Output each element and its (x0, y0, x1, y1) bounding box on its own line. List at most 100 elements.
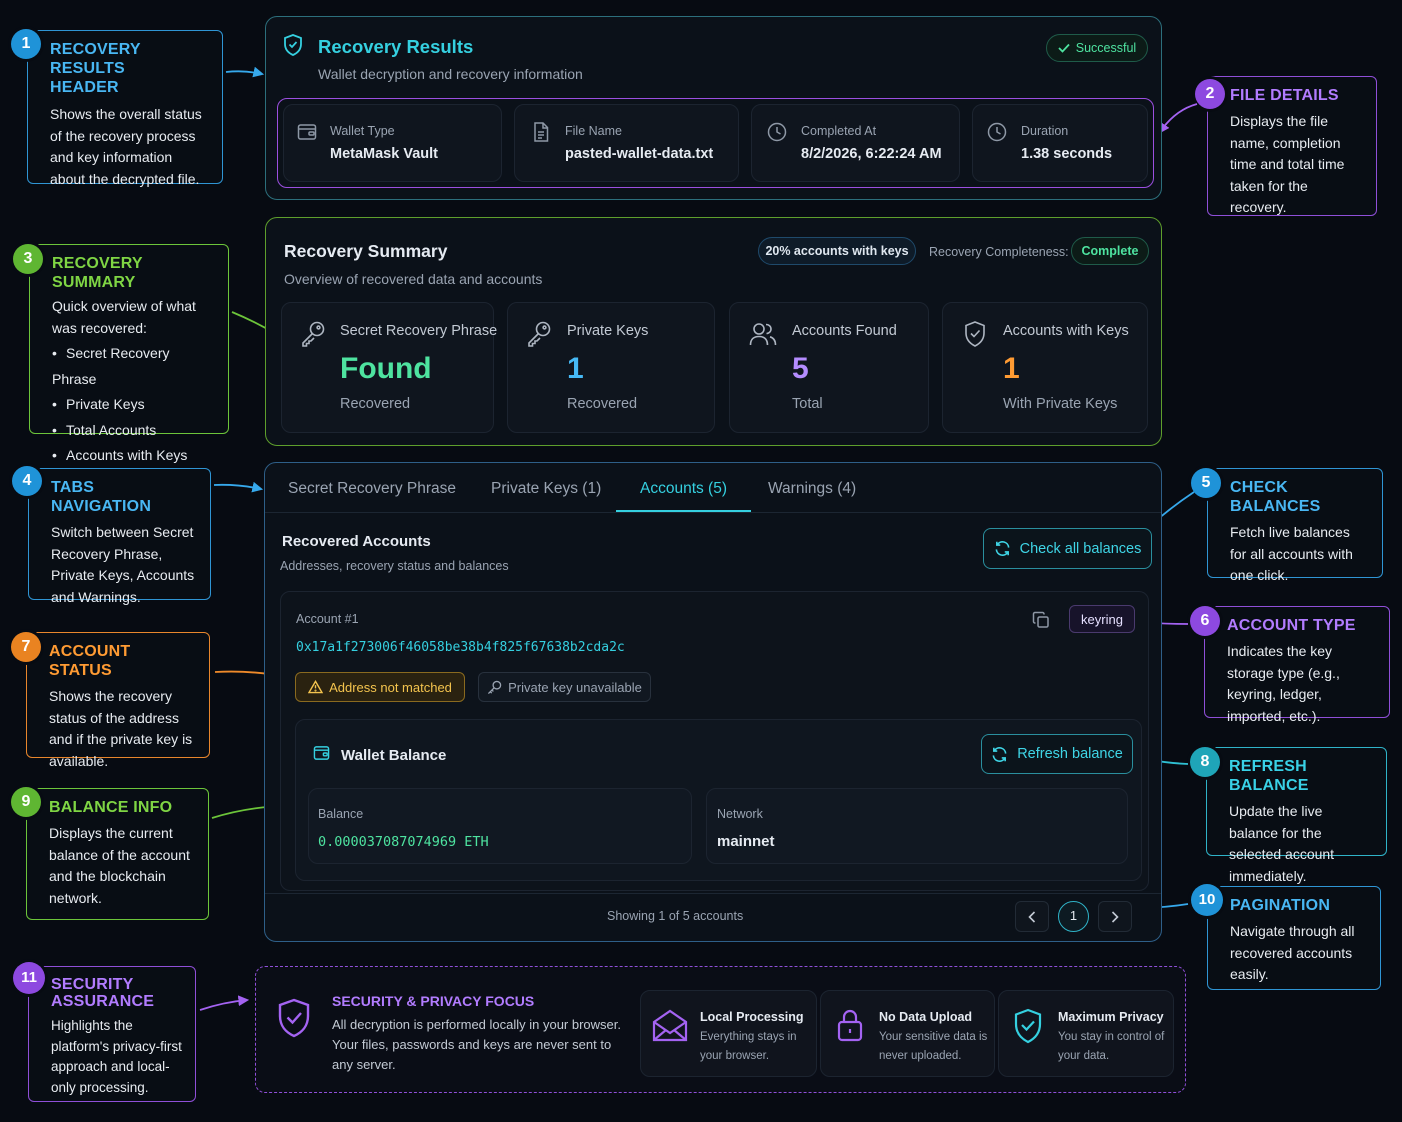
network-card (706, 788, 1128, 864)
feature-text: Everything stays in (700, 1031, 797, 1043)
balance-card (308, 788, 692, 864)
copy-icon[interactable] (1032, 611, 1050, 629)
feature-text: You stay in control of (1058, 1031, 1165, 1043)
tab-warnings[interactable]: Warnings (4) (768, 480, 856, 498)
arrow-4 (213, 481, 264, 493)
detail-wallet-type (283, 104, 502, 182)
feature-title: Maximum Privacy (1058, 1010, 1164, 1024)
completeness-badge: Complete (1071, 237, 1149, 265)
stat-sub: With Private Keys (1003, 396, 1118, 412)
pagination-divider (265, 893, 1161, 894)
detail-duration (972, 104, 1148, 182)
users-icon (749, 321, 777, 347)
status-badge: Successful (1046, 34, 1148, 62)
stat-label: Accounts Found (792, 323, 897, 339)
summary-title: Recovery Summary (284, 241, 448, 261)
feature-title: No Data Upload (879, 1010, 973, 1024)
warning-icon (308, 680, 324, 694)
stat-label: Accounts with Keys (1003, 323, 1129, 339)
refresh-icon (991, 746, 1008, 763)
shield-check-icon (282, 33, 304, 57)
private-key-text: Private key unavailable (508, 679, 642, 695)
detail-label: Wallet Type (330, 124, 395, 138)
detail-value: pasted-wallet-data.txt (565, 146, 714, 162)
accounts-subtitle: Addresses, recovery status and balances (280, 559, 509, 573)
wallet-balance-title: Wallet Balance (341, 747, 447, 764)
check-all-balances-button[interactable]: Check all balances (983, 528, 1152, 569)
account-label: Account #1 (296, 612, 359, 626)
refresh-icon (994, 540, 1011, 557)
feature-text: Your sensitive data is (879, 1031, 988, 1043)
detail-label: Completed At (801, 124, 877, 138)
status-text: Successful (1075, 41, 1137, 55)
network-value: mainnet (717, 833, 775, 850)
clock-icon (987, 122, 1007, 142)
wallet-icon (313, 745, 330, 761)
shield-check-icon (276, 997, 312, 1039)
stat-sub: Recovered (567, 396, 638, 412)
check-icon (1058, 43, 1070, 53)
tab-accounts[interactable]: Accounts (5) (640, 480, 727, 498)
envelope-icon (651, 1008, 689, 1044)
completeness-label: Recovery Completeness: (929, 245, 1069, 259)
feature-text: never uploaded. (879, 1050, 962, 1062)
stat-value: 1 (567, 352, 584, 385)
key-icon (487, 680, 502, 695)
chevron-left-icon (1028, 910, 1036, 923)
account-address: 0x17a1f273006f46058be38b4f825f67638b2cda… (296, 640, 625, 655)
detail-file-name (514, 104, 739, 182)
arrow-2 (1158, 103, 1198, 134)
arrow-1 (225, 66, 265, 78)
lock-icon (836, 1008, 864, 1042)
balance-label: Balance (318, 807, 364, 821)
tab-private-keys[interactable]: Private Keys (1) (491, 480, 601, 498)
feature-title: Local Processing (700, 1010, 804, 1024)
stat-sub: Recovered (340, 396, 411, 412)
key-icon (300, 320, 326, 348)
prev-page-button[interactable] (1015, 901, 1049, 932)
detail-label: File Name (565, 124, 622, 138)
detail-value: 1.38 seconds (1021, 146, 1113, 162)
stat-value: Found (340, 352, 432, 385)
results-subtitle: Wallet decryption and recovery informati… (318, 66, 583, 82)
stat-label: Secret Recovery Phrase (340, 323, 498, 339)
chevron-right-icon (1111, 910, 1119, 923)
refresh-balance-button[interactable]: Refresh balance (981, 734, 1133, 774)
refresh-balance-label: Refresh balance (1017, 746, 1123, 762)
wallet-icon (297, 123, 317, 141)
file-icon (533, 122, 549, 142)
key-icon (526, 320, 552, 348)
tab-active-indicator (616, 510, 751, 512)
check-all-balances-label: Check all balances (1019, 540, 1142, 557)
network-label: Network (717, 807, 763, 821)
page-1-button[interactable]: 1 (1058, 901, 1089, 932)
next-page-button[interactable] (1098, 901, 1132, 932)
arrow-11 (199, 995, 250, 1011)
showing-text: Showing 1 of 5 accounts (607, 909, 744, 923)
balance-value: 0.000037087074969 ETH (318, 834, 489, 850)
feature-text: your browser. (700, 1050, 770, 1062)
stat-value: 1 (1003, 352, 1020, 385)
accounts-title: Recovered Accounts (282, 533, 431, 550)
clock-icon (767, 122, 787, 142)
address-status-badge: Address not matched (295, 672, 465, 702)
results-title: Recovery Results (318, 36, 474, 57)
private-key-badge: Private key unavailable (478, 672, 651, 702)
account-type-badge: keyring (1069, 605, 1135, 633)
security-title: SECURITY & PRIVACY FOCUS (332, 993, 535, 1009)
tabs-divider (265, 512, 1161, 513)
accounts-with-keys-badge: 20% accounts with keys (758, 237, 916, 265)
tab-secret-recovery-phrase[interactable]: Secret Recovery Phrase (288, 480, 456, 498)
stat-value: 5 (792, 352, 809, 385)
security-text: All decryption is performed locally in y… (332, 1017, 622, 1072)
detail-label: Duration (1021, 124, 1069, 138)
detail-value: 8/2/2026, 6:22:24 AM (801, 146, 942, 162)
detail-completed-at (751, 104, 960, 182)
feature-text: your data. (1058, 1050, 1110, 1062)
detail-value: MetaMask Vault (330, 146, 438, 162)
shield-check-icon (963, 320, 987, 348)
shield-check-icon (1012, 1007, 1044, 1045)
summary-subtitle: Overview of recovered data and accounts (284, 271, 543, 287)
address-status-text: Address not matched (329, 679, 452, 695)
stat-sub: Total (792, 396, 823, 412)
